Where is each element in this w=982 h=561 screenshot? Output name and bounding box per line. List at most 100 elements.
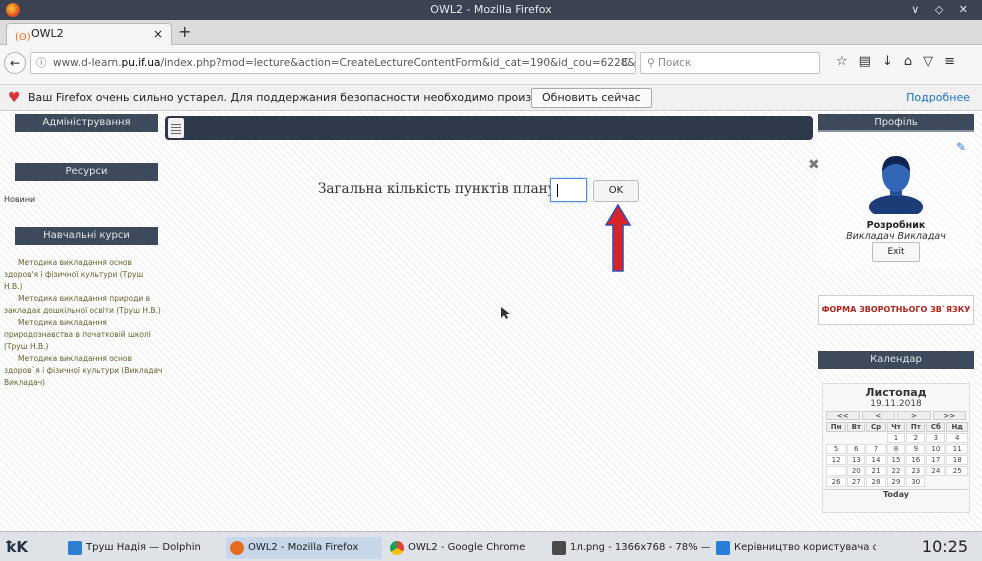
taskbar-item-label: Керівництво користувача d-le bbox=[734, 542, 876, 553]
calendar-day[interactable]: 26 bbox=[826, 477, 847, 487]
calendar-day[interactable]: 13 bbox=[847, 455, 866, 465]
prev-year-button[interactable]: << bbox=[826, 411, 860, 420]
course-link[interactable]: Методика викладання основ здоров'я і фіз… bbox=[4, 257, 164, 293]
url-path: /index.php?mod=lecture&action=CreateLect… bbox=[160, 57, 636, 69]
edit-pencil-icon[interactable]: ✎ bbox=[956, 140, 966, 154]
taskbar-item-gwenview[interactable]: 1л.png - 1366x768 - 78% — Gw bbox=[548, 537, 710, 559]
calendar-day[interactable]: 14 bbox=[866, 455, 886, 465]
profile-name: Розробник bbox=[866, 220, 926, 231]
heart-warning-icon: ♥ bbox=[8, 90, 21, 106]
course-link[interactable]: Методика викладання природознавства в по… bbox=[4, 317, 164, 353]
calendar-day[interactable]: 7 bbox=[866, 444, 886, 454]
exit-button[interactable]: Exit bbox=[872, 242, 920, 262]
weekday-header: Сб bbox=[926, 422, 946, 432]
mouse-cursor-icon bbox=[501, 307, 510, 319]
calendar-day bbox=[847, 433, 865, 443]
weekday-header: Чт bbox=[886, 422, 906, 432]
update-now-button[interactable]: Обновить сейчас bbox=[531, 88, 652, 108]
calendar-day[interactable]: 17 bbox=[926, 455, 946, 465]
app-launcher-icon[interactable]: ꝁK bbox=[6, 538, 28, 556]
clock[interactable]: 10:25 bbox=[922, 537, 968, 556]
url-domain: pu.if.ua bbox=[121, 57, 161, 69]
taskbar-item-document[interactable]: Керівництво користувача d-le bbox=[712, 537, 876, 559]
home-icon[interactable]: ⌂ bbox=[904, 54, 923, 69]
next-month-button[interactable]: > bbox=[897, 411, 931, 420]
prev-month-button[interactable]: < bbox=[861, 411, 895, 420]
calendar-day[interactable]: 12 bbox=[826, 455, 847, 465]
taskbar-item-dolphin[interactable]: Труш Надія — Dolphin bbox=[64, 537, 224, 559]
calendar-day[interactable]: 29 bbox=[886, 477, 906, 487]
window-title: OWL2 - Mozilla Firefox bbox=[430, 3, 552, 16]
back-button[interactable]: ← bbox=[4, 52, 26, 74]
page-content: Адміністрування Ресурси Новини Навчальні… bbox=[0, 111, 982, 531]
menu-icon[interactable]: ≡ bbox=[944, 54, 966, 69]
calendar-day[interactable]: 11 bbox=[946, 444, 968, 454]
update-notification: ♥ Ваш Firefox очень сильно устарел. Для … bbox=[0, 85, 982, 111]
calendar-day[interactable]: 6 bbox=[847, 444, 866, 454]
calendar-day[interactable]: 28 bbox=[866, 477, 886, 487]
taskbar-item-firefox[interactable]: OWL2 - Mozilla Firefox bbox=[226, 537, 382, 559]
tab-owl2[interactable]: (ʘ) OWL2 × bbox=[6, 23, 172, 45]
navigation-bar: ← ⓘ www.d-learn.pu.if.ua/index.php?mod=l… bbox=[0, 45, 982, 85]
calendar-day[interactable]: 5 bbox=[826, 444, 847, 454]
feedback-form-button[interactable]: ФОРМА ЗВОРОТНЬОГО ЗВ`ЯЗКУ bbox=[818, 295, 974, 325]
search-input[interactable]: ⚲ Поиск bbox=[640, 52, 820, 74]
calendar-day[interactable]: 27 bbox=[847, 477, 866, 487]
calendar-day[interactable]: 19 bbox=[826, 466, 847, 476]
profile-role: Викладач Викладач bbox=[846, 231, 946, 242]
plan-items-label: Загальна кількість пунктів плану: bbox=[318, 181, 561, 197]
calendar-day[interactable]: 30 bbox=[906, 477, 926, 487]
calendar-day[interactable]: 22 bbox=[886, 466, 906, 476]
taskbar-item-label: 1л.png - 1366x768 - 78% — Gw bbox=[570, 542, 710, 553]
calendar-day[interactable]: 15 bbox=[886, 455, 906, 465]
calendar-grid: Пн Вт Ср Чт Пт Сб Нд 1 2 3 4 5 6 7 8 9 10 11 12 13 14 15 16 17… bbox=[825, 421, 969, 488]
taskbar: ꝁK Труш Надія — Dolphin OWL2 - Mozilla F… bbox=[0, 531, 982, 561]
calendar-day[interactable]: 10 bbox=[926, 444, 946, 454]
today-button[interactable]: Today bbox=[825, 489, 967, 499]
calendar-day[interactable]: 18 bbox=[946, 455, 968, 465]
calendar-day[interactable]: 3 bbox=[926, 433, 946, 443]
course-link[interactable]: Методика викладання природи в закладах д… bbox=[4, 293, 164, 317]
avatar bbox=[869, 156, 923, 214]
search-icon: ⚲ bbox=[647, 57, 659, 69]
more-info-link[interactable]: Подробнее bbox=[906, 85, 970, 111]
window-controls[interactable]: ∨ ◇ ✕ bbox=[911, 0, 974, 20]
red-arrow-icon bbox=[604, 203, 632, 272]
info-icon[interactable]: ⓘ bbox=[36, 53, 47, 73]
calendar-date: 19.11.2018 bbox=[870, 399, 922, 409]
bookmark-star-icon[interactable]: ☆ bbox=[836, 54, 859, 69]
new-tab-button[interactable]: + bbox=[178, 22, 191, 41]
firefox-logo-icon bbox=[6, 3, 20, 17]
calendar-day[interactable]: 20 bbox=[847, 466, 866, 476]
url-bar[interactable]: ⓘ www.d-learn.pu.if.ua/index.php?mod=lec… bbox=[30, 52, 636, 74]
calendar-day[interactable]: 8 bbox=[886, 444, 906, 454]
tab-close-button[interactable]: × bbox=[153, 24, 163, 44]
news-link[interactable]: Новини bbox=[4, 195, 35, 204]
pocket-icon[interactable]: ▽ bbox=[923, 54, 944, 69]
resources-header: Ресурси bbox=[15, 163, 158, 181]
calendar-day[interactable]: 2 bbox=[906, 433, 926, 443]
text-caret bbox=[557, 184, 558, 197]
calendar-day[interactable]: 9 bbox=[906, 444, 926, 454]
toolbar-icons[interactable]: ☆▤↓⌂▽≡ bbox=[836, 54, 966, 69]
taskbar-item-chrome[interactable]: OWL2 - Google Chrome bbox=[386, 537, 542, 559]
document-menu-icon[interactable] bbox=[168, 118, 184, 138]
course-link[interactable]: Методика викладання основ здоров`я і фіз… bbox=[4, 353, 164, 389]
reading-list-icon[interactable]: ▤ bbox=[859, 54, 882, 69]
ok-button[interactable]: OK bbox=[593, 180, 639, 202]
calendar-day[interactable]: 24 bbox=[926, 466, 946, 476]
calendar-day[interactable]: 21 bbox=[866, 466, 886, 476]
next-year-button[interactable]: >> bbox=[932, 411, 966, 420]
calendar-day[interactable]: 25 bbox=[946, 466, 968, 476]
calendar-day[interactable]: 16 bbox=[906, 455, 926, 465]
reload-icon[interactable]: C bbox=[622, 53, 629, 73]
plan-items-input[interactable] bbox=[550, 178, 587, 202]
calendar-day bbox=[866, 433, 885, 443]
calendar-day[interactable]: 1 bbox=[886, 433, 906, 443]
calendar-day[interactable]: 4 bbox=[946, 433, 968, 443]
admin-header[interactable]: Адміністрування bbox=[15, 114, 158, 132]
calendar-day[interactable]: 23 bbox=[906, 466, 926, 476]
download-icon[interactable]: ↓ bbox=[882, 54, 904, 69]
main-toolbar bbox=[165, 116, 813, 140]
calendar-widget: Листопад 19.11.2018 << < > >> Пн Вт Ср Чт Пт… bbox=[822, 383, 970, 513]
